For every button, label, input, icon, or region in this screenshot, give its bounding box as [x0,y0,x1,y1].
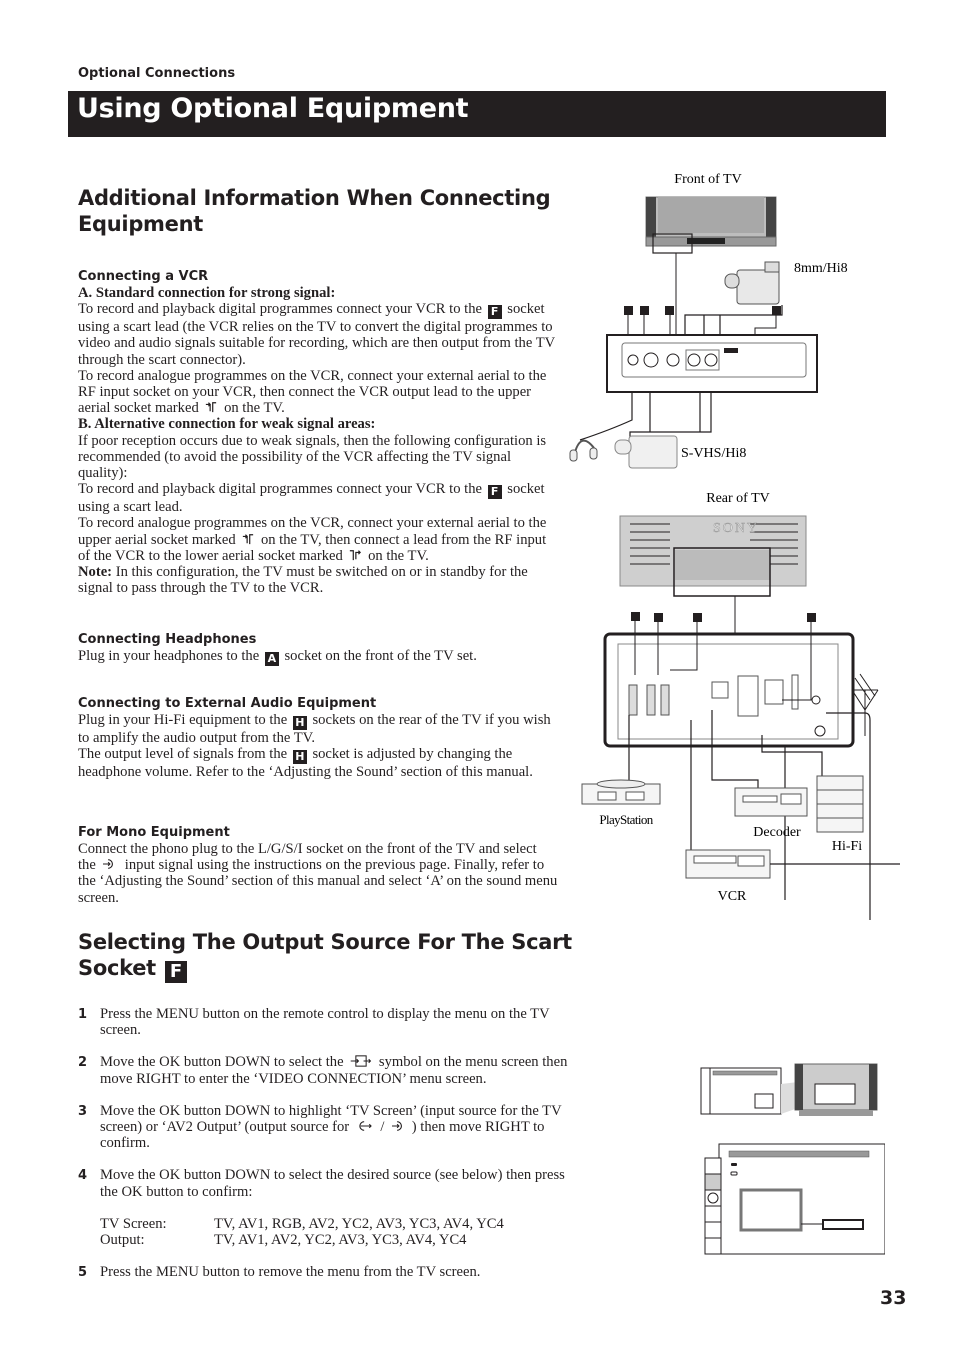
step-2: 2 Move the OK button DOWN to select the … [78,1054,568,1087]
step-5: 5 Press the MENU button to remove the me… [78,1264,481,1281]
vcr-note: Note: In this configuration, the TV must… [78,564,528,597]
headphones-paragraph: Plug in your headphones to the A socket … [78,648,477,666]
rear-of-tv-caption: Rear of TV [706,491,770,506]
section-heading-additional: Additional Information When Connecting E… [78,186,551,236]
vcr-b-paragraph-3: To record analogue programmes on the VCR… [78,515,547,564]
front-input-icon [392,1121,403,1131]
audio-paragraph-2: The output level of signals from the H s… [78,746,533,781]
headphones-heading: Connecting Headphones [78,632,257,647]
vcr-label: VCR [718,889,747,904]
socket-f-badge: F [487,305,502,320]
rear-callouts [631,612,816,622]
camcorder-svhs-illustration [614,435,678,469]
camcorder-8mm-illustration [724,261,780,305]
tv-front-illustration [645,196,777,247]
hifi-illustration [816,775,864,833]
source-row-tv-screen: TV Screen: TV, AV1, RGB, AV2, YC2, AV3, … [100,1215,504,1232]
socket-f-badge: F [164,961,187,983]
decoder-illustration [734,787,808,817]
step-4: 4 Move the OK button DOWN to select the … [78,1167,578,1248]
playstation-label: PlayStation [599,812,653,827]
mono-heading: For Mono Equipment [78,825,230,840]
vcr-a-paragraph-1: To record and playback digital programme… [78,301,555,368]
vcr-b-paragraph-2: To record and playback digital programme… [78,481,545,516]
menu-screen-large [718,1143,885,1255]
audio-paragraph-1: Plug in your Hi-Fi equipment to the H so… [78,712,551,746]
av2-output-icon [359,1121,372,1131]
socket-h-badge: H [292,716,307,730]
vcr-section: Connecting a VCR A. Standard connection … [78,269,558,596]
menu-screen-small [700,1067,782,1115]
vcr-a-paragraph-2: To record analogue programmes on the VCR… [78,367,547,417]
headphones-section: Connecting Headphones Plug in your headp… [78,632,558,666]
upper-aerial-icon [243,533,254,544]
steps-list: 1 Press the MENU button on the remote co… [78,1006,578,1297]
mono-paragraph: Connect the phono plug to the L/G/S/I so… [78,841,558,906]
connection-diagram: Front of TV 8mm/Hi8 S-VHS/Hi8 Rear of TV… [569,172,900,920]
title-bar: Using Optional Equipment [68,91,886,137]
section-heading-selecting: Selecting The Output Source For The Scar… [78,930,572,983]
sony-logo: SONY [713,521,759,536]
front-panel-illustration [606,334,818,393]
tv-small-illustration [794,1063,878,1116]
upper-aerial-icon [206,402,217,413]
menu-illustrations [700,1063,885,1255]
audio-heading: Connecting to External Audio Equipment [78,696,377,711]
socket-f-badge: F [487,485,502,500]
rear-panel-illustration [603,632,855,748]
video-connection-icon [350,1055,372,1068]
menu-icon-column [704,1157,722,1255]
tv-rear-illustration: SONY [619,515,807,587]
vcr-b-heading: B. Alternative connection for weak signa… [78,416,376,433]
vcr-illustration [685,849,771,879]
front-input-icon [102,859,113,870]
front-callouts [624,306,781,315]
page-title: Using Optional Equipment [77,93,469,124]
step-1: 1 Press the MENU button on the remote co… [78,1006,550,1039]
section-label: Optional Connections [78,66,236,81]
camcorder-8mm-label: 8mm/Hi8 [794,261,848,276]
antenna-icon [851,673,879,736]
source-table: TV Screen: TV, AV1, RGB, AV2, YC2, AV3, … [100,1216,578,1248]
socket-a-badge: A [264,652,279,666]
lower-aerial-icon [350,549,362,560]
camcorder-svhs-label: S-VHS/Hi8 [681,446,746,461]
vcr-b-paragraph-1: If poor reception occurs due to weak sig… [78,432,547,482]
vcr-a-heading: A. Standard connection for strong signal… [78,285,336,301]
page-number: 33 [880,1287,907,1309]
step-3: 3 Move the OK button DOWN to highlight ‘… [78,1102,562,1152]
headphones-illustration [569,439,598,462]
front-of-tv-caption: Front of TV [674,172,741,187]
mono-section: For Mono Equipment Connect the phono plu… [78,825,558,906]
playstation-illustration [581,779,661,805]
note-label: Note: [78,564,113,581]
decoder-label: Decoder [753,825,801,840]
audio-section: Connecting to External Audio Equipment P… [78,696,558,780]
source-row-output: Output: TV, AV1, AV2, YC2, AV3, YC3, AV4… [100,1232,467,1249]
hifi-label: Hi-Fi [832,839,862,854]
vcr-heading: Connecting a VCR [78,269,209,284]
socket-h-badge: H [292,750,307,765]
